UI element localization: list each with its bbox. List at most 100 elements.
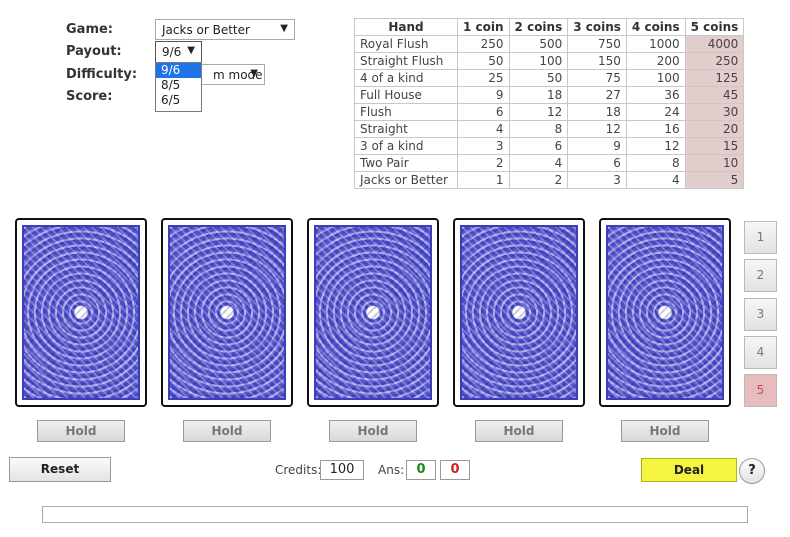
paytable-hand-name: Royal Flush (354, 35, 458, 53)
payout-option[interactable]: 9/6 (156, 63, 201, 78)
reset-button[interactable]: Reset (9, 457, 111, 482)
ans-label: Ans: (378, 463, 405, 477)
paytable-payout-cell: 1 (457, 171, 510, 189)
chevron-down-icon: ▼ (187, 45, 195, 56)
paytable-payout-cell: 9 (457, 86, 510, 104)
card-4[interactable] (453, 218, 585, 407)
paytable-payout-cell: 16 (625, 120, 686, 138)
paytable-payout-cell: 125 (684, 69, 745, 87)
coin-button-1[interactable]: 1 (744, 221, 777, 254)
paytable-payout-cell: 150 (567, 52, 627, 70)
payout-option[interactable]: 6/5 (156, 93, 201, 108)
paytable-payout-cell: 5 (684, 171, 745, 189)
game-label: Game: (66, 22, 114, 37)
card-1[interactable] (15, 218, 147, 407)
hold-button-4[interactable]: Hold (475, 420, 563, 442)
score-label: Score: (66, 89, 113, 104)
paytable-row: 4 of a kind 25 50 75 100 125 (354, 69, 745, 87)
paytable-row: Jacks or Better 1 2 3 4 5 (354, 171, 745, 189)
paytable-payout-cell: 15 (684, 137, 745, 155)
card-5[interactable] (599, 218, 731, 407)
paytable-payout-cell: 4000 (684, 35, 745, 53)
payout-select[interactable]: 9/6 ▼ (155, 41, 202, 63)
credits-value: 100 (320, 460, 364, 480)
paytable-hand-name: 3 of a kind (354, 137, 458, 155)
paytable-payout-cell: 36 (625, 86, 686, 104)
paytable-hand-name: Straight (354, 120, 458, 138)
game-select[interactable]: Jacks or Better ▼ (155, 19, 295, 40)
paytable-payout-cell: 100 (508, 52, 569, 70)
payout-label: Payout: (66, 44, 122, 59)
difficulty-label: Difficulty: (66, 67, 138, 82)
ans-correct-count: 0 (406, 460, 436, 480)
paytable-payout-cell: 4 (508, 154, 569, 172)
game-select-value: Jacks or Better (162, 23, 250, 37)
paytable-row: Straight Flush 50 100 150 200 250 (354, 52, 745, 70)
payout-dropdown-list: 9/6 8/5 6/5 (155, 62, 202, 112)
help-button[interactable]: ? (739, 458, 765, 484)
message-bar (42, 506, 748, 523)
paytable-hand-name: 4 of a kind (354, 69, 458, 87)
ans-wrong-count: 0 (440, 460, 470, 480)
paytable-row: Full House 9 18 27 36 45 (354, 86, 745, 104)
hold-button-3[interactable]: Hold (329, 420, 417, 442)
paytable-header-row: Hand 1 coin 2 coins 3 coins 4 coins 5 co… (354, 18, 745, 36)
paytable-payout-cell: 6 (508, 137, 569, 155)
paytable: Hand 1 coin 2 coins 3 coins 4 coins 5 co… (354, 18, 745, 189)
paytable-payout-cell: 20 (684, 120, 745, 138)
paytable-payout-cell: 500 (508, 35, 569, 53)
paytable-payout-cell: 4 (457, 120, 510, 138)
paytable-header: 5 coins (684, 18, 745, 36)
paytable-payout-cell: 45 (684, 86, 745, 104)
paytable-row: Straight 4 8 12 16 20 (354, 120, 745, 138)
card-back-pattern (22, 225, 140, 400)
chevron-down-icon: ▼ (280, 23, 288, 34)
card-3[interactable] (307, 218, 439, 407)
paytable-header: 3 coins (567, 18, 627, 36)
paytable-header: 4 coins (625, 18, 686, 36)
coin-button-2[interactable]: 2 (744, 259, 777, 292)
paytable-payout-cell: 250 (457, 35, 510, 53)
paytable-payout-cell: 50 (457, 52, 510, 70)
paytable-payout-cell: 750 (567, 35, 627, 53)
paytable-payout-cell: 12 (508, 103, 569, 121)
card-2[interactable] (161, 218, 293, 407)
paytable-payout-cell: 50 (508, 69, 569, 87)
coin-button-3[interactable]: 3 (744, 298, 777, 331)
card-back-pattern (606, 225, 724, 400)
paytable-payout-cell: 3 (457, 137, 510, 155)
paytable-row: Two Pair 2 4 6 8 10 (354, 154, 745, 172)
paytable-row: Flush 6 12 18 24 30 (354, 103, 745, 121)
deal-button[interactable]: Deal (641, 458, 737, 482)
paytable-hand-name: Full House (354, 86, 458, 104)
hold-button-5[interactable]: Hold (621, 420, 709, 442)
hold-button-2[interactable]: Hold (183, 420, 271, 442)
card-back-pattern (460, 225, 578, 400)
paytable-payout-cell: 4 (625, 171, 686, 189)
paytable-payout-cell: 6 (567, 154, 627, 172)
paytable-payout-cell: 2 (457, 154, 510, 172)
paytable-header: 1 coin (457, 18, 510, 36)
paytable-row: 3 of a kind 3 6 9 12 15 (354, 137, 745, 155)
paytable-payout-cell: 30 (684, 103, 745, 121)
paytable-payout-cell: 12 (625, 137, 686, 155)
card-back-pattern (168, 225, 286, 400)
paytable-payout-cell: 27 (567, 86, 627, 104)
paytable-payout-cell: 18 (508, 86, 569, 104)
payout-option[interactable]: 8/5 (156, 78, 201, 93)
paytable-payout-cell: 2 (508, 171, 569, 189)
coin-button-4[interactable]: 4 (744, 336, 777, 369)
paytable-payout-cell: 3 (567, 171, 627, 189)
coin-button-5[interactable]: 5 (744, 374, 777, 407)
paytable-header: Hand (354, 18, 458, 36)
paytable-payout-cell: 9 (567, 137, 627, 155)
paytable-payout-cell: 8 (625, 154, 686, 172)
hold-button-1[interactable]: Hold (37, 420, 125, 442)
paytable-hand-name: Straight Flush (354, 52, 458, 70)
paytable-hand-name: Two Pair (354, 154, 458, 172)
paytable-payout-cell: 200 (625, 52, 686, 70)
paytable-hand-name: Flush (354, 103, 458, 121)
paytable-payout-cell: 250 (684, 52, 745, 70)
card-back-pattern (314, 225, 432, 400)
payout-select-value: 9/6 (162, 45, 182, 59)
